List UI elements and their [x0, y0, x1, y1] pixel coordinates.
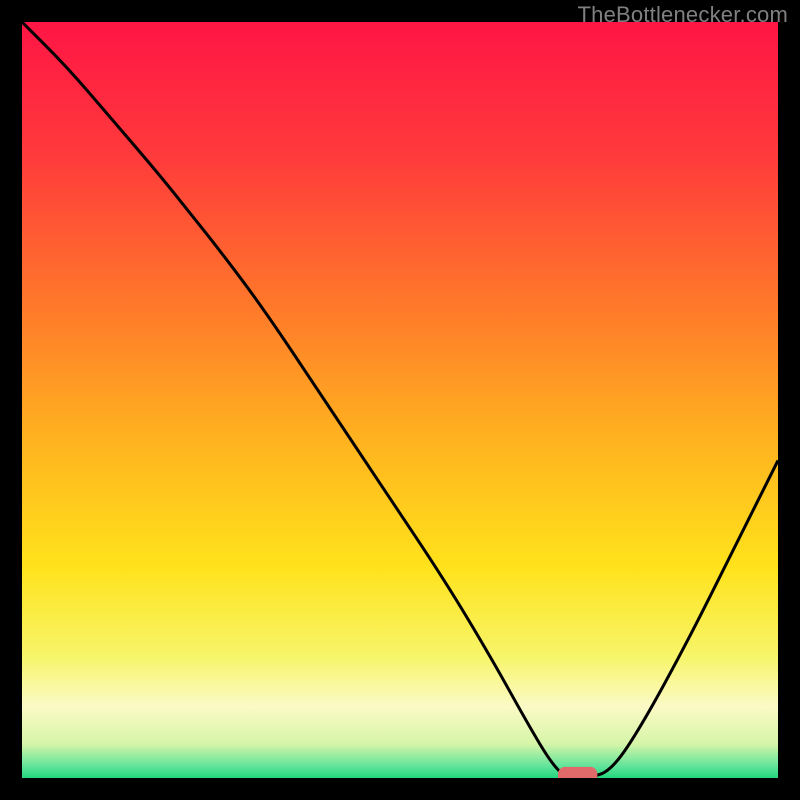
watermark-text: TheBottlenecker.com [578, 2, 788, 28]
chart-frame: TheBottlenecker.com [0, 0, 800, 800]
chart-svg [22, 22, 778, 778]
gradient-background [22, 22, 778, 778]
plot-area [22, 22, 778, 778]
optimum-marker [558, 767, 597, 778]
